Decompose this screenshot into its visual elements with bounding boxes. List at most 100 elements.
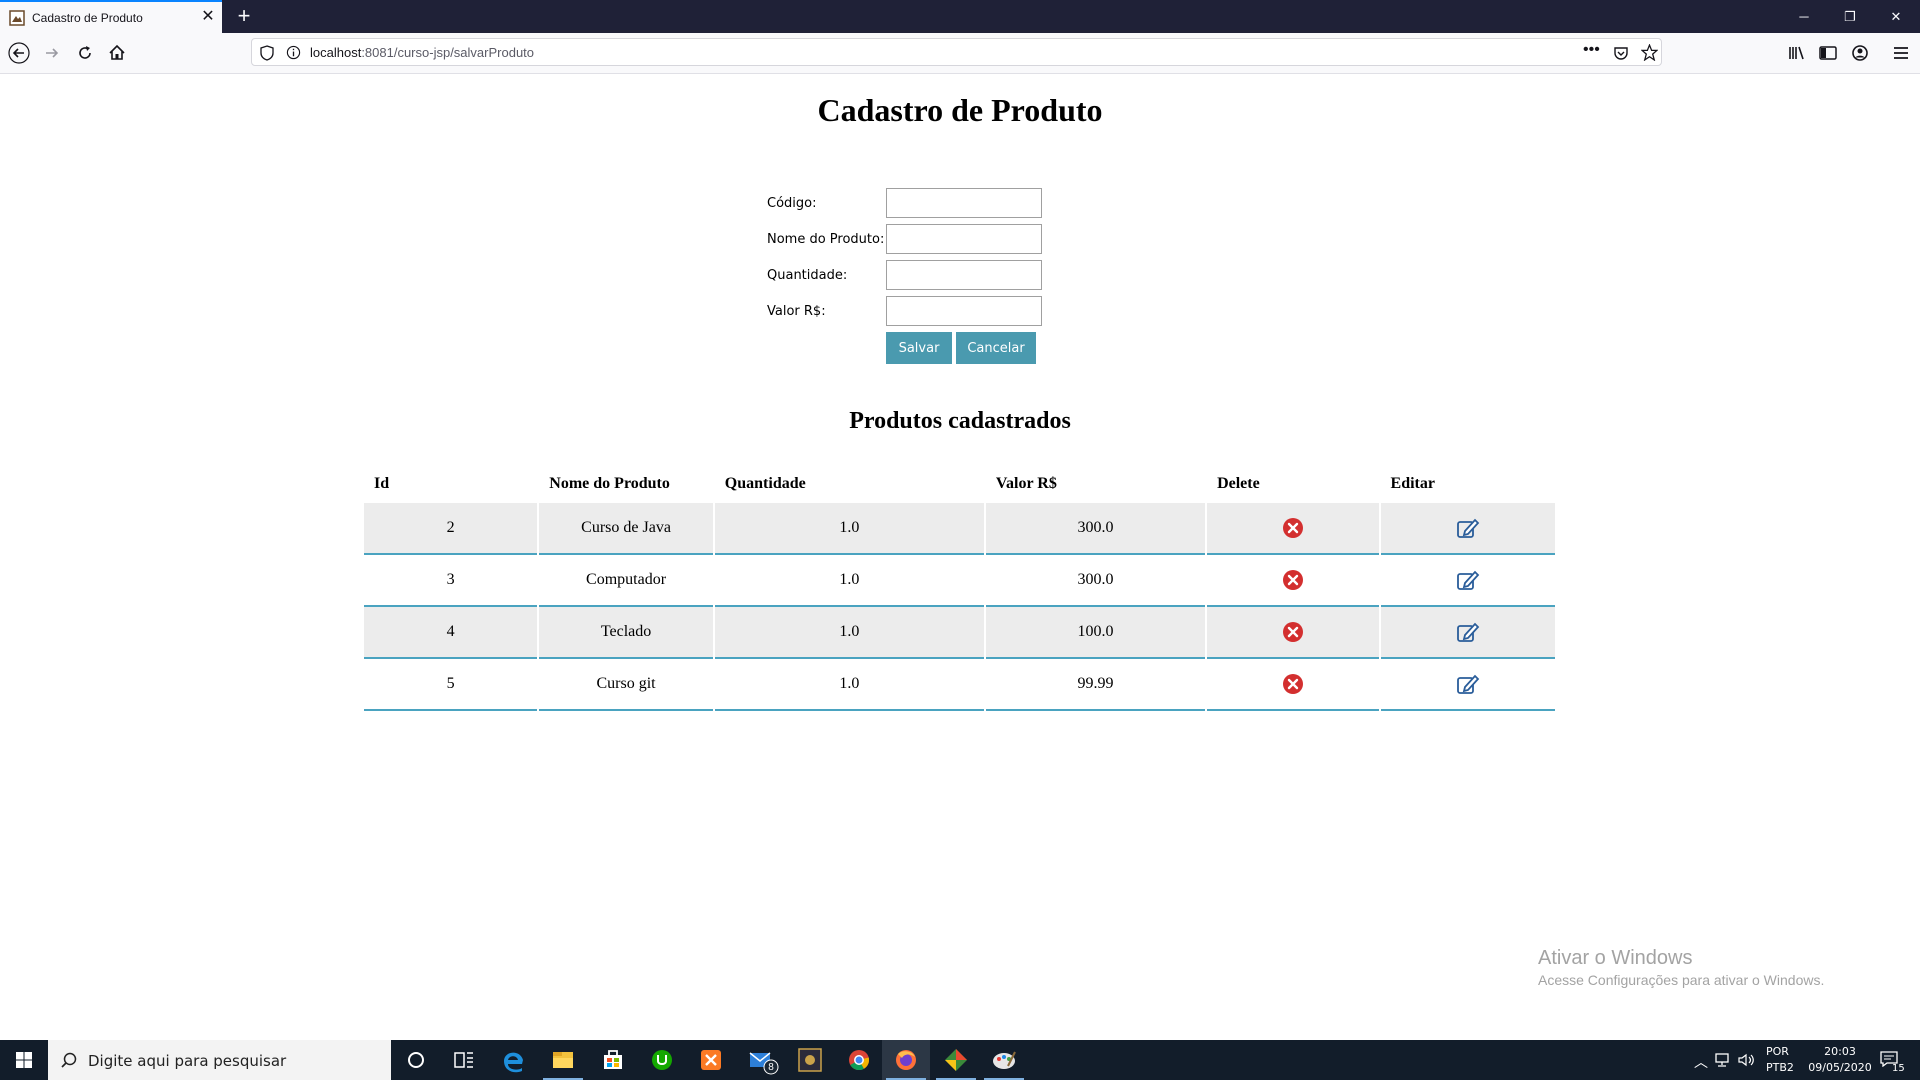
- quantidade-input[interactable]: [886, 260, 1042, 290]
- header-valor: Valor R$: [995, 475, 1057, 492]
- windows-activation-text: Acesse Configurações para ativar o Windo…: [1538, 972, 1825, 988]
- delete-icon[interactable]: [1282, 673, 1304, 695]
- cell-edit: [1380, 503, 1555, 555]
- cell-delete: [1207, 503, 1379, 555]
- delete-icon[interactable]: [1282, 517, 1304, 539]
- pocket-icon[interactable]: [1613, 45, 1629, 61]
- cancel-button[interactable]: Cancelar: [956, 332, 1036, 364]
- cell-id: 5: [364, 659, 538, 711]
- keyboard-layout-indicator[interactable]: PTB2: [1766, 1061, 1794, 1074]
- cell-delete: [1207, 659, 1379, 711]
- minimize-button[interactable]: ─: [1781, 0, 1827, 33]
- table-row: 3 Computador 1.0 300.0: [364, 555, 1555, 607]
- back-icon[interactable]: [8, 42, 30, 64]
- chrome-icon[interactable]: [835, 1040, 883, 1080]
- volume-icon[interactable]: [1737, 1053, 1755, 1067]
- delete-icon[interactable]: [1282, 569, 1304, 591]
- codigo-label: Código:: [767, 196, 817, 211]
- edit-icon[interactable]: [1456, 569, 1480, 591]
- page-favicon-icon: [9, 10, 25, 26]
- valor-input[interactable]: [886, 296, 1042, 326]
- upwork-icon[interactable]: [638, 1040, 686, 1080]
- clock-time[interactable]: 20:03: [1817, 1045, 1863, 1058]
- page-title: Cadastro de Produto: [817, 92, 1103, 128]
- cell-edit: [1380, 659, 1555, 711]
- search-placeholder: Digite aqui para pesquisar: [88, 1052, 287, 1070]
- windows-start-icon[interactable]: [0, 1040, 48, 1080]
- menu-icon[interactable]: [1890, 42, 1912, 64]
- site-info-icon[interactable]: [286, 45, 301, 60]
- new-tab-button[interactable]: +: [232, 4, 256, 28]
- clock-date[interactable]: 09/05/2020: [1801, 1061, 1879, 1074]
- header-delete: Delete: [1217, 475, 1260, 492]
- cell-edit: [1380, 607, 1555, 659]
- save-button[interactable]: Salvar: [886, 332, 952, 364]
- mail-badge: 8: [768, 1062, 774, 1073]
- cell-valor: 300.0: [985, 555, 1206, 607]
- windows-activation-title: Ativar o Windows: [1538, 947, 1693, 969]
- tray-expand-icon[interactable]: ︿: [1694, 1052, 1708, 1072]
- header-nome: Nome do Produto: [549, 475, 670, 492]
- browser-tab-bar: Cadastro de Produto ✕ + ─ ❐ ✕: [0, 0, 1920, 33]
- tab-close-icon[interactable]: ✕: [199, 8, 217, 26]
- close-window-button[interactable]: ✕: [1873, 0, 1919, 33]
- cell-quantidade: 1.0: [714, 503, 984, 555]
- mail-icon[interactable]: 8: [737, 1040, 785, 1080]
- library-icon[interactable]: [1786, 42, 1808, 64]
- reload-icon[interactable]: [74, 42, 96, 64]
- xampp-icon[interactable]: [687, 1040, 735, 1080]
- browser-tab[interactable]: Cadastro de Produto ✕: [0, 0, 222, 33]
- account-icon[interactable]: [1849, 42, 1871, 64]
- url-bar[interactable]: localhost:8081/curso-jsp/salvarProduto •…: [251, 38, 1662, 66]
- list-title: Produtos cadastrados: [849, 408, 1071, 434]
- edit-icon[interactable]: [1456, 673, 1480, 695]
- table-row: 4 Teclado 1.0 100.0: [364, 607, 1555, 659]
- table-header-row: Id Nome do Produto Quantidade Valor R$ D…: [364, 465, 1555, 503]
- cell-nome: Computador: [539, 555, 713, 607]
- table-row: 5 Curso git 1.0 99.99: [364, 659, 1555, 711]
- language-indicator[interactable]: POR: [1766, 1045, 1789, 1058]
- restore-button[interactable]: ❐: [1827, 0, 1873, 33]
- cell-nome: Curso git: [539, 659, 713, 711]
- search-icon: [61, 1052, 77, 1068]
- git-app-icon[interactable]: [932, 1040, 980, 1080]
- products-table: Id Nome do Produto Quantidade Valor R$ D…: [362, 465, 1557, 711]
- delete-icon[interactable]: [1282, 621, 1304, 643]
- nome-label: Nome do Produto:: [767, 232, 885, 247]
- edge-icon[interactable]: [490, 1040, 538, 1080]
- codigo-input[interactable]: [886, 188, 1042, 218]
- network-icon[interactable]: [1713, 1053, 1731, 1067]
- windows-taskbar: Digite aqui para pesquisar 8 ︿ POR PTB2 …: [0, 1040, 1920, 1080]
- game-app-icon[interactable]: [786, 1040, 834, 1080]
- firefox-icon[interactable]: [882, 1040, 930, 1080]
- nome-input[interactable]: [886, 224, 1042, 254]
- cell-id: 4: [364, 607, 538, 659]
- page-actions-icon[interactable]: •••: [1583, 41, 1600, 59]
- tracking-shield-icon[interactable]: [260, 45, 274, 61]
- paint-icon[interactable]: [980, 1040, 1028, 1080]
- header-editar: Editar: [1390, 475, 1435, 492]
- cell-nome: Curso de Java: [539, 503, 713, 555]
- cell-id: 3: [364, 555, 538, 607]
- forward-icon[interactable]: [41, 42, 63, 64]
- quantidade-label: Quantidade:: [767, 268, 848, 283]
- action-center-button[interactable]: 15: [1878, 1040, 1920, 1080]
- cell-quantidade: 1.0: [714, 659, 984, 711]
- sidebar-icon[interactable]: [1817, 42, 1839, 64]
- browser-nav-bar: localhost:8081/curso-jsp/salvarProduto •…: [0, 33, 1920, 74]
- url-text: localhost:8081/curso-jsp/salvarProduto: [310, 45, 535, 60]
- cell-quantidade: 1.0: [714, 555, 984, 607]
- cell-valor: 100.0: [985, 607, 1206, 659]
- file-explorer-icon[interactable]: [539, 1040, 587, 1080]
- bookmark-star-icon[interactable]: [1641, 44, 1658, 61]
- cell-id: 2: [364, 503, 538, 555]
- tab-title: Cadastro de Produto: [32, 11, 143, 25]
- home-icon[interactable]: [106, 42, 128, 64]
- task-view-icon[interactable]: [440, 1040, 488, 1080]
- edit-icon[interactable]: [1456, 621, 1480, 643]
- store-icon[interactable]: [589, 1040, 637, 1080]
- cortana-icon[interactable]: [392, 1040, 440, 1080]
- edit-icon[interactable]: [1456, 517, 1480, 539]
- taskbar-search-box[interactable]: Digite aqui para pesquisar: [48, 1040, 391, 1080]
- cell-nome: Teclado: [539, 607, 713, 659]
